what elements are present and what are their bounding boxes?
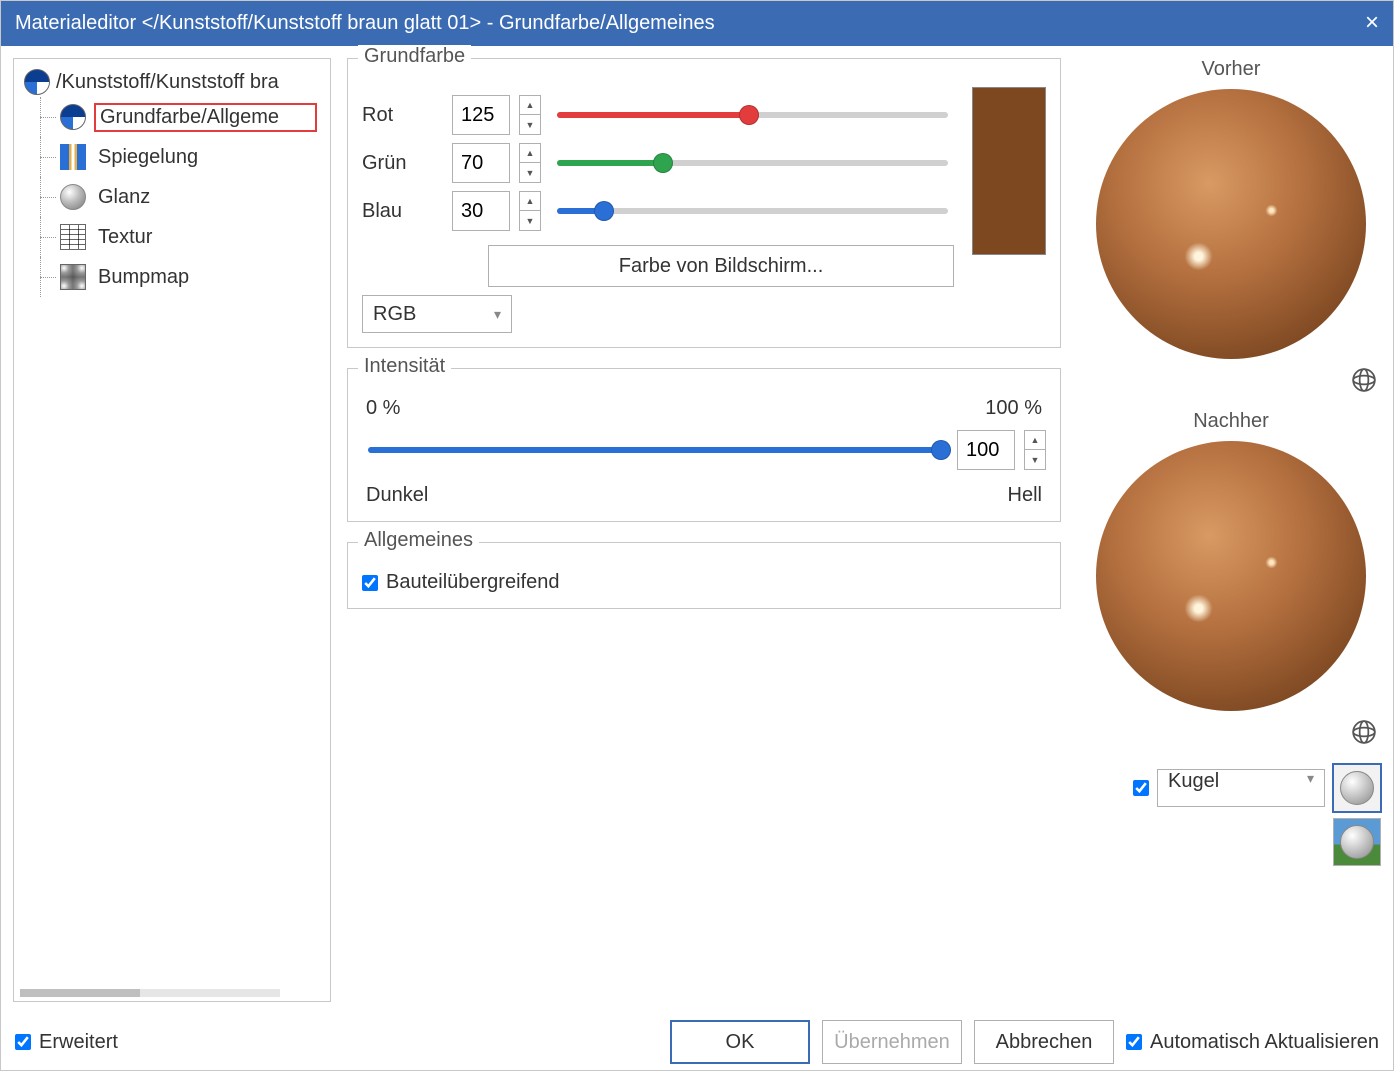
intensitaet-group: Intensität 0 % 100 % ▲▼ Dunkel Hell: [347, 368, 1061, 522]
chevron-up-icon[interactable]: ▲: [520, 144, 540, 163]
tree-item-label: Spiegelung: [98, 146, 198, 168]
tree-root[interactable]: /Kunststoff/Kunststoff bra: [14, 67, 330, 97]
intensity-dark-label: Dunkel: [366, 484, 428, 507]
gruen-slider[interactable]: [557, 160, 948, 166]
intensity-input[interactable]: [957, 430, 1015, 470]
intensity-light-label: Hell: [1008, 484, 1042, 507]
intensity-slider[interactable]: [368, 447, 941, 453]
before-label: Vorher: [1202, 58, 1261, 81]
shape-value: Kugel: [1168, 770, 1219, 792]
mirror-icon: [60, 144, 86, 170]
globe-icon[interactable]: [1351, 367, 1377, 398]
tree-item-label: Bumpmap: [98, 266, 189, 288]
auto-update-input[interactable]: [1126, 1034, 1142, 1050]
erweitert-label: Erweitert: [39, 1031, 118, 1054]
rot-spinner[interactable]: ▲▼: [519, 95, 541, 135]
gloss-icon: [60, 184, 86, 210]
allgemeines-legend: Allgemeines: [358, 529, 479, 552]
rot-input[interactable]: [452, 95, 510, 135]
tree-item-grundfarbe[interactable]: Grundfarbe/Allgeme: [14, 97, 330, 137]
shape-enable-input[interactable]: [1133, 780, 1149, 796]
grundfarbe-legend: Grundfarbe: [358, 45, 471, 68]
cancel-button[interactable]: Abbrechen: [974, 1020, 1114, 1064]
bauteil-checkbox-input[interactable]: [362, 575, 378, 591]
after-label: Nachher: [1193, 410, 1269, 433]
rot-label: Rot: [362, 104, 442, 127]
chevron-up-icon[interactable]: ▲: [520, 192, 540, 211]
blau-spinner[interactable]: ▲▼: [519, 191, 541, 231]
chevron-down-icon[interactable]: ▼: [520, 211, 540, 230]
chevron-up-icon[interactable]: ▲: [1025, 431, 1045, 450]
blau-slider[interactable]: [557, 208, 948, 214]
tree-root-label: /Kunststoff/Kunststoff bra: [56, 71, 279, 94]
tree-item-spiegelung[interactable]: Spiegelung: [14, 137, 330, 177]
sidebar-scrollbar[interactable]: [20, 989, 280, 997]
shape-env-button[interactable]: [1333, 818, 1381, 866]
farbe-von-bildschirm-button[interactable]: Farbe von Bildschirm...: [488, 245, 954, 287]
chevron-down-icon[interactable]: ▼: [1025, 450, 1045, 469]
chevron-down-icon[interactable]: ▼: [520, 115, 540, 134]
chevron-up-icon[interactable]: ▲: [520, 96, 540, 115]
tree-item-bumpmap[interactable]: Bumpmap: [14, 257, 330, 297]
grundfarbe-group: Grundfarbe Rot ▲▼ Gr: [347, 58, 1061, 348]
color-swatch: [972, 87, 1046, 255]
intensity-max-label: 100 %: [985, 397, 1042, 420]
rot-slider[interactable]: [557, 112, 948, 118]
gruen-label: Grün: [362, 152, 442, 175]
tree-item-glanz[interactable]: Glanz: [14, 177, 330, 217]
bauteil-checkbox[interactable]: Bauteilübergreifend: [362, 571, 1046, 594]
intensitaet-legend: Intensität: [358, 355, 451, 378]
close-icon[interactable]: ×: [1365, 9, 1379, 37]
tree-item-textur[interactable]: Textur: [14, 217, 330, 257]
gruen-spinner[interactable]: ▲▼: [519, 143, 541, 183]
colormode-combo[interactable]: RGB: [362, 295, 512, 333]
blau-label: Blau: [362, 200, 442, 223]
shape-enable-checkbox[interactable]: [1133, 780, 1149, 796]
auto-update-checkbox[interactable]: Automatisch Aktualisieren: [1126, 1031, 1379, 1054]
preview-sphere-before: [1096, 89, 1366, 359]
sphere-icon: [1340, 771, 1374, 805]
intensity-spinner[interactable]: ▲▼: [1024, 430, 1046, 470]
tree-item-label: Textur: [98, 226, 152, 248]
apply-button: Übernehmen: [822, 1020, 962, 1064]
window-title: Materialeditor </Kunststoff/Kunststoff b…: [15, 12, 715, 35]
texture-icon: [60, 224, 86, 250]
shape-sphere-button[interactable]: [1333, 764, 1381, 812]
erweitert-checkbox[interactable]: Erweitert: [15, 1031, 118, 1054]
globe-icon[interactable]: [1351, 719, 1377, 750]
material-tree: /Kunststoff/Kunststoff bra Grundfarbe/Al…: [13, 58, 331, 1002]
chevron-down-icon[interactable]: ▼: [520, 163, 540, 182]
shape-combo[interactable]: Kugel: [1157, 769, 1325, 807]
erweitert-input[interactable]: [15, 1034, 31, 1050]
colormode-value: RGB: [373, 303, 416, 326]
auto-update-label: Automatisch Aktualisieren: [1150, 1031, 1379, 1054]
tree-item-label: Glanz: [98, 186, 150, 208]
color-icon: [60, 104, 86, 130]
allgemeines-group: Allgemeines Bauteilübergreifend: [347, 542, 1061, 609]
gruen-input[interactable]: [452, 143, 510, 183]
window-titlebar: Materialeditor </Kunststoff/Kunststoff b…: [1, 1, 1393, 46]
ok-button[interactable]: OK: [670, 1020, 810, 1064]
intensity-min-label: 0 %: [366, 397, 400, 420]
tree-item-label: Grundfarbe/Allgeme: [100, 106, 279, 128]
blau-input[interactable]: [452, 191, 510, 231]
bump-icon: [60, 264, 86, 290]
dialog-footer: Erweitert OK Übernehmen Abbrechen Automa…: [1, 1014, 1393, 1070]
bauteil-label: Bauteilübergreifend: [386, 571, 559, 594]
preview-sphere-after: [1096, 441, 1366, 711]
material-icon: [24, 69, 50, 95]
sphere-icon: [1340, 825, 1374, 859]
